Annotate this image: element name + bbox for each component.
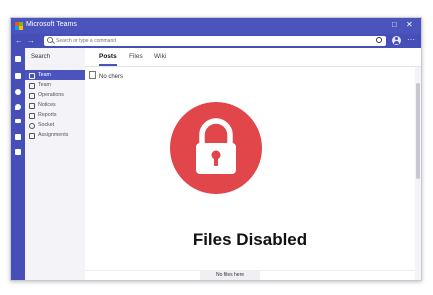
file-list-item[interactable]: No chers (89, 71, 123, 80)
close-button[interactable]: ✕ (406, 20, 413, 30)
sidebar-item-label: Reports (38, 112, 57, 118)
file-item-label: No chers (99, 74, 124, 80)
tab-wiki[interactable]: Wiki (154, 53, 166, 60)
operations-icon (29, 93, 35, 99)
sidebar-item-socket[interactable]: Socket (25, 120, 85, 130)
sidebar-search-label[interactable]: Search (31, 54, 50, 60)
search-box[interactable] (44, 36, 386, 46)
sidebar-item-assignments[interactable]: Assignments (25, 130, 85, 140)
search-input[interactable] (56, 36, 356, 46)
files-icon[interactable] (15, 134, 21, 140)
team-icon (29, 73, 35, 79)
app-logo-icon (15, 22, 23, 30)
more-options-button[interactable]: ··· (407, 35, 415, 44)
reports-icon (29, 113, 35, 119)
tab-posts[interactable]: Posts (99, 53, 117, 66)
sidebar-item-label: Notices (38, 102, 56, 108)
team-icon (29, 83, 35, 89)
sidebar-item-label: Team (38, 82, 51, 88)
search-submit-icon[interactable] (376, 37, 382, 43)
lock-icon (170, 102, 262, 194)
no-files-label: No files here (200, 270, 260, 280)
home-icon[interactable] (15, 56, 21, 62)
calendar-icon[interactable] (15, 119, 21, 123)
main-content: Files Disabled No files here (85, 67, 415, 280)
maximize-button[interactable]: □ (392, 20, 397, 30)
sidebar-item-label: Team (38, 72, 51, 78)
scrollbar-thumb[interactable] (416, 83, 420, 179)
document-icon (89, 71, 96, 79)
chat-icon[interactable] (15, 73, 21, 79)
teams-icon[interactable] (15, 89, 21, 95)
files-disabled-heading: Files Disabled (192, 230, 308, 249)
notices-icon (29, 103, 35, 109)
app-rail (11, 48, 25, 280)
top-search-bar: ← → ··· (11, 34, 421, 48)
scrollbar[interactable] (415, 67, 421, 280)
teams-window: Microsoft Teams □ ✕ ← → ··· Search Team … (10, 17, 422, 281)
channel-sidebar: Search Team Team Operations Notices Repo… (25, 48, 86, 280)
channel-tabs: Posts Files Wiki (85, 48, 421, 67)
socket-icon (29, 123, 35, 129)
tab-files[interactable]: Files (129, 53, 143, 60)
sidebar-item-team-active[interactable]: Team (25, 70, 85, 80)
back-button[interactable]: ← (15, 36, 23, 46)
sidebar-item-label: Socket (38, 122, 55, 128)
sidebar-item-label: Operations (38, 92, 64, 98)
forward-button[interactable]: → (27, 36, 35, 46)
location-icon[interactable] (15, 104, 21, 110)
sidebar-item-operations[interactable]: Operations (25, 90, 85, 100)
title-bar: Microsoft Teams □ ✕ (11, 18, 421, 34)
avatar[interactable] (392, 36, 401, 45)
sidebar-item-label: Assignments (38, 132, 69, 138)
apps-icon[interactable] (15, 149, 21, 155)
assignments-icon (29, 133, 35, 139)
sidebar-item-notices[interactable]: Notices (25, 100, 85, 110)
search-icon (47, 37, 53, 43)
sidebar-item-team[interactable]: Team (25, 80, 85, 90)
window-title: Microsoft Teams (26, 21, 77, 28)
sidebar-item-reports[interactable]: Reports (25, 110, 85, 120)
